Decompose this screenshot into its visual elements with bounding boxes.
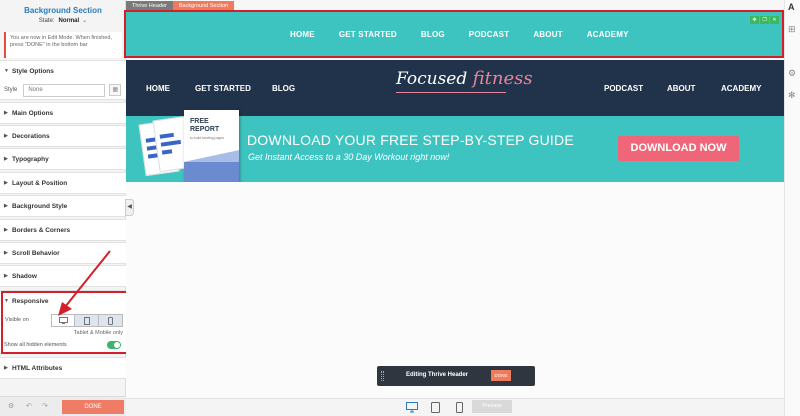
editor-app: Background Section State: Normal ⌄ You are… bbox=[0, 0, 800, 416]
tablet-icon[interactable] bbox=[431, 402, 440, 413]
section-typography[interactable]: ▶ Typography bbox=[0, 148, 126, 170]
section-borders-corners[interactable]: ▶ Borders & Corners bbox=[0, 219, 126, 241]
site-nav-home[interactable]: HOME bbox=[146, 60, 170, 116]
banner-subtitle: Get Instant Access to a 30 Day Workout r… bbox=[248, 152, 450, 162]
section-main-options[interactable]: ▶ Main Options bbox=[0, 102, 126, 124]
right-toolbar: A ⊞ ⚙ ✻ bbox=[784, 0, 800, 416]
left-bottom-bar: ⚙ ↶ ↷ DONE bbox=[0, 396, 126, 416]
site-logo[interactable]: Focused fitness bbox=[396, 68, 533, 89]
device-preview-bar bbox=[126, 398, 784, 416]
style-select[interactable]: None bbox=[23, 83, 106, 97]
settings-icon[interactable]: ⚙ bbox=[8, 402, 14, 410]
report-subtitle: to build landing pages bbox=[190, 136, 225, 140]
style-picker-icon[interactable]: ▦ bbox=[109, 84, 122, 96]
style-options-header[interactable]: ▼ Style Options bbox=[0, 61, 126, 81]
section-scroll-behavior[interactable]: ▶ Scroll Behavior bbox=[0, 242, 126, 264]
caret-right-icon: ▶ bbox=[4, 180, 8, 186]
site-nav-about[interactable]: ABOUT bbox=[667, 60, 695, 116]
state-selector[interactable]: State: Normal ⌄ bbox=[0, 17, 126, 24]
free-report-cover: FREE REPORT to build landing pages bbox=[184, 110, 239, 184]
site-nav-podcast[interactable]: PODCAST bbox=[604, 60, 643, 116]
caret-right-icon: ▶ bbox=[4, 250, 8, 256]
editing-status-bar: Editing Thrive Header DONE bbox=[377, 366, 535, 386]
caret-down-icon: ▼ bbox=[4, 68, 9, 74]
caret-right-icon: ▶ bbox=[4, 227, 8, 233]
caret-right-icon: ▶ bbox=[4, 273, 8, 279]
drag-handle-icon[interactable] bbox=[381, 371, 384, 381]
report-title: FREE REPORT bbox=[190, 118, 220, 133]
preview-button[interactable]: Preview bbox=[472, 400, 512, 413]
panel-title: Background Section bbox=[24, 6, 102, 15]
state-value: Normal bbox=[58, 18, 80, 24]
editing-label: Editing Thrive Header bbox=[406, 372, 469, 378]
banner-title: DOWNLOAD YOUR FREE STEP-BY-STEP GUIDE bbox=[247, 132, 574, 148]
add-element-icon[interactable]: ⊞ bbox=[788, 24, 796, 35]
style-label: Style bbox=[4, 87, 18, 93]
responsive-highlight-box bbox=[1, 291, 130, 354]
logo-underline bbox=[396, 92, 506, 93]
mobile-icon[interactable] bbox=[456, 402, 463, 413]
section-layout-position[interactable]: ▶ Layout & Position bbox=[0, 172, 126, 194]
section-background-style[interactable]: ▶ Background Style bbox=[0, 195, 126, 217]
state-label: State: bbox=[38, 18, 55, 24]
edit-done-button[interactable]: DONE bbox=[491, 370, 511, 381]
caret-right-icon: ▶ bbox=[4, 110, 8, 116]
edit-mode-notice: You are now in Edit Mode. When finished,… bbox=[4, 32, 122, 58]
redo-icon[interactable]: ↷ bbox=[42, 402, 48, 410]
undo-icon[interactable]: ↶ bbox=[26, 402, 32, 410]
section-html-attributes[interactable]: ▶ HTML Attributes bbox=[0, 357, 126, 379]
download-now-button[interactable]: DOWNLOAD NOW bbox=[618, 136, 739, 161]
section-style-options: ▼ Style Options Style None ▦ bbox=[0, 60, 126, 100]
site-nav-academy[interactable]: ACADEMY bbox=[721, 60, 761, 116]
header-highlight-box bbox=[124, 10, 784, 58]
settings-icon[interactable]: ⚙ bbox=[788, 68, 796, 79]
caret-right-icon: ▶ bbox=[4, 365, 8, 371]
collapse-panel-button[interactable]: ◀ bbox=[125, 199, 134, 216]
tools-icon[interactable]: ✻ bbox=[788, 90, 796, 101]
site-nav-get-started[interactable]: GET STARTED bbox=[195, 60, 251, 116]
site-nav-blog[interactable]: BLOG bbox=[272, 60, 295, 116]
section-shadow[interactable]: ▶ Shadow bbox=[0, 265, 126, 287]
caret-right-icon: ▶ bbox=[4, 156, 8, 162]
desktop-icon[interactable] bbox=[406, 402, 418, 413]
caret-right-icon: ▶ bbox=[4, 203, 8, 209]
done-button[interactable]: DONE bbox=[62, 400, 124, 414]
caret-right-icon: ▶ bbox=[4, 133, 8, 139]
typography-icon[interactable]: A bbox=[788, 2, 795, 12]
section-decorations[interactable]: ▶ Decorations bbox=[0, 125, 126, 147]
chevron-down-icon: ⌄ bbox=[82, 18, 88, 24]
